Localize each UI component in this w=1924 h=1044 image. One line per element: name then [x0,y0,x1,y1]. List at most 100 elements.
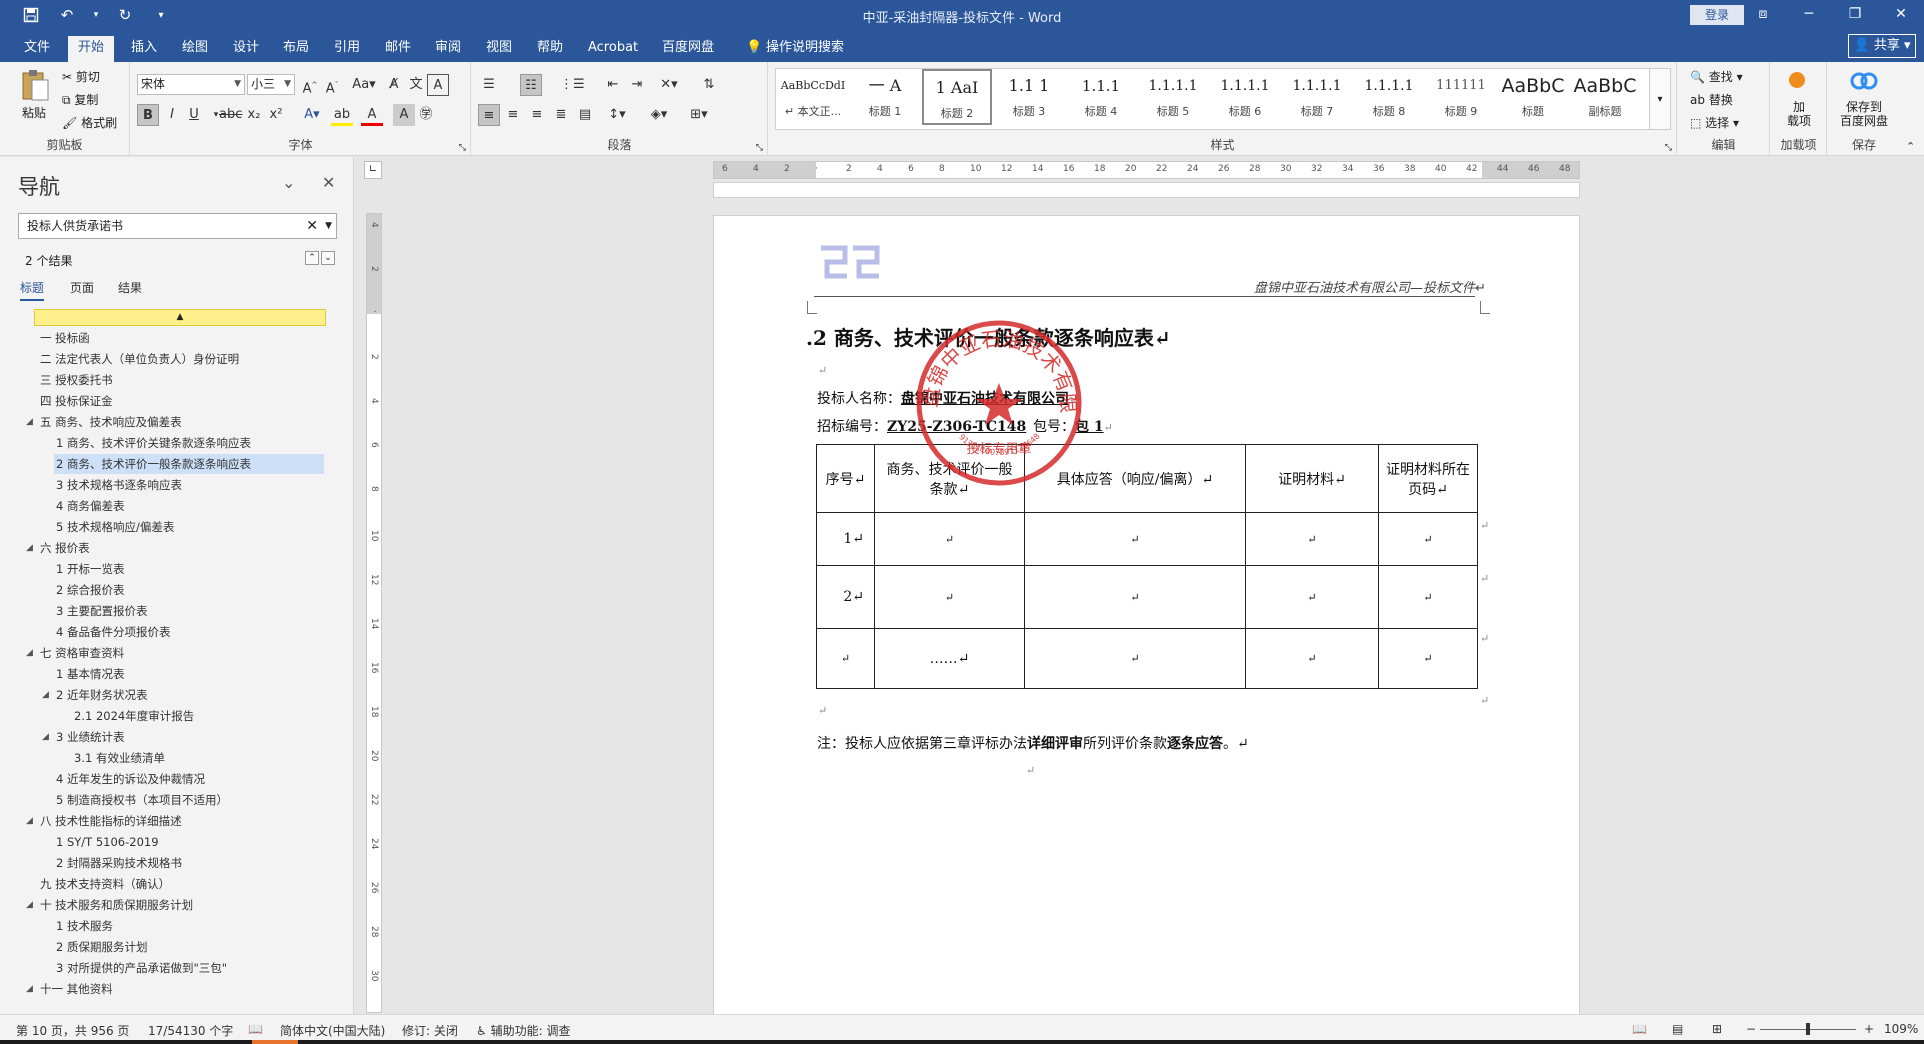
vertical-ruler[interactable]: 4 2 · 2 4 6 8 10 12 14 16 18 20 22 24 26 28 30 [366,213,382,1013]
style-title[interactable]: AaBbC 标题 [1498,69,1568,125]
outline-item[interactable]: 十 技术服务和质保期服务计划 [38,895,193,915]
accessibility[interactable]: ♿ 辅助功能: 调查 [476,1022,570,1039]
nav-tab-results[interactable]: 结果 [118,279,142,296]
enclose-characters-icon[interactable]: ㊫ [415,104,437,126]
outline-item[interactable]: 五 商务、技术响应及偏差表 [38,412,182,432]
next-result-icon[interactable]: ⌄ [321,251,335,265]
outline-item[interactable]: 三 授权委托书 [38,370,113,390]
character-shading-icon[interactable]: A [393,104,415,126]
font-size-combo[interactable]: 小三 ▼ [247,74,295,95]
table-cell[interactable]: ↵ [1245,565,1379,629]
collapse-triangle-icon[interactable]: ◢ [26,412,33,432]
style-heading-8[interactable]: 1.1.1.1 标题 8 [1354,69,1424,125]
collapse-triangle-icon[interactable]: ◢ [26,811,33,831]
underline-icon[interactable]: U [183,104,205,126]
distributed-icon[interactable]: ▤ [574,104,596,126]
nav-tab-headings[interactable]: 标题 [20,279,45,301]
borders-icon[interactable]: ⊞▾ [688,104,710,126]
outline-item[interactable]: 一 投标函 [38,328,90,348]
table-cell[interactable]: 1↵ [816,512,875,566]
collapse-triangle-icon[interactable]: ◢ [26,538,33,558]
header-cell[interactable]: 证明材料↵ [1245,444,1379,513]
table-cell[interactable]: ↵ [816,628,875,689]
outline-item[interactable]: 3.1 有效业绩清单 [72,748,165,768]
font-color-icon[interactable]: A [361,104,383,126]
format-painter-button[interactable]: 🖌 格式刷 [62,114,117,131]
outline-item[interactable]: 八 技术性能指标的详细描述 [38,811,182,831]
numbering-icon[interactable]: ☷ [520,74,542,96]
text-effects-icon[interactable]: A▾ [301,104,323,126]
font-dialog-launcher-icon[interactable]: ⤡ [459,143,466,153]
nav-options-icon[interactable]: ⌄ [282,173,295,192]
read-mode-icon[interactable]: 📖 [1632,1022,1647,1036]
clear-formatting-icon[interactable]: A̸ [383,74,405,96]
styles-more-icon[interactable]: ▾ [1649,68,1671,130]
tab-mailings[interactable]: 邮件 [375,36,421,62]
select-button[interactable]: ⬚ 选择 ▾ [1690,114,1739,131]
table-cell[interactable]: ↵ [1024,512,1246,566]
table-cell[interactable]: ↵ [1378,512,1478,566]
note-paragraph[interactable]: 注：投标人应依据第三章评标办法详细评审所列评价条款逐条应答。↵ [817,733,1249,753]
outline-item[interactable]: 5 制造商授权书（本项目不适用） [54,790,228,810]
tab-references[interactable]: 引用 [324,36,370,62]
header-cell[interactable]: 证明材料所在页码↵ [1378,444,1478,513]
replace-button[interactable]: ab 替换 [1690,91,1733,108]
shrink-font-icon[interactable]: Aˇ [321,74,343,96]
print-layout-icon[interactable]: ▤ [1672,1022,1683,1036]
find-button[interactable]: 🔍 查找 ▾ [1690,68,1743,85]
style-heading-4[interactable]: 1.1.1 标题 4 [1066,69,1136,125]
style-normal[interactable]: AaBbCcDdI ↵ 本文正... [778,69,848,125]
table-cell[interactable]: ↵ [1024,565,1246,629]
collapse-triangle-icon[interactable]: ◢ [26,643,33,663]
outline-item[interactable]: 二 法定代表人（单位负责人）身份证明 [38,349,239,369]
decrease-indent-icon[interactable]: ⇤ [602,74,624,96]
outline-item[interactable]: 4 近年发生的诉讼及仲裁情况 [54,769,205,789]
outline-item[interactable]: 3 技术规格书逐条响应表 [54,475,182,495]
outline-item[interactable]: 2.1 2024年度审计报告 [72,706,194,726]
tab-help[interactable]: 帮助 [527,36,573,62]
increase-indent-icon[interactable]: ⇥ [626,74,648,96]
ribbon-display-options-icon[interactable]: ⧈ [1740,0,1786,30]
sort-icon[interactable]: ⇅ [698,74,720,96]
tab-insert[interactable]: 插入 [121,36,167,62]
table-cell[interactable]: ↵ [874,512,1025,566]
collapse-triangle-icon[interactable]: ◢ [26,895,33,915]
tab-file[interactable]: 文件 [14,36,60,62]
proofing-icon[interactable]: 📖 [248,1022,263,1036]
zoom-thumb[interactable] [1806,1023,1810,1035]
collapse-ribbon-icon[interactable]: ⌃ [1906,140,1915,153]
bold-icon[interactable]: B [137,104,159,126]
font-name-combo[interactable]: 宋体 ▼ [137,74,245,95]
collapse-triangle-icon[interactable]: ◢ [42,685,49,705]
table-cell[interactable]: ↵ [1245,512,1379,566]
login-button[interactable]: 登录 [1690,5,1744,25]
word-count[interactable]: 17/54130 个字 [148,1022,233,1039]
share-button[interactable]: 👤 共享 ▾ [1848,34,1916,58]
zoom-out-icon[interactable]: − [1746,1022,1756,1036]
tab-acrobat[interactable]: Acrobat [578,36,648,62]
minimize-icon[interactable]: ─ [1786,0,1832,30]
web-layout-icon[interactable]: ⊞ [1712,1022,1722,1036]
outline-item[interactable]: 七 资格审查资料 [38,643,124,663]
document-page[interactable]: 盘锦中亚石油技术有限公司—投标文件↵ .2 商务、技术评价一般条款逐条响应表↵ … [713,215,1580,1015]
track-changes[interactable]: 修订: 关闭 [402,1022,458,1039]
outline-item[interactable]: 3 主要配置报价表 [54,601,147,621]
outline-item[interactable]: 1 基本情况表 [54,664,124,684]
outline-item[interactable]: 1 SY/T 5106-2019 [54,832,159,852]
style-heading-6[interactable]: 1.1.1.1 标题 6 [1210,69,1280,125]
paragraph-dialog-launcher-icon[interactable]: ⤡ [756,143,763,153]
addins-icon[interactable] [1789,72,1805,88]
grow-font-icon[interactable]: A^ [299,74,321,96]
tell-me-search[interactable]: 操作说明搜索 [756,36,854,62]
table-cell[interactable]: ↵ [874,565,1025,629]
tab-home[interactable]: 开始 [68,36,115,62]
phonetic-guide-icon[interactable]: 文 [405,74,427,96]
outline-item[interactable]: 4 备品备件分项报价表 [54,622,170,642]
paste-button[interactable]: 粘贴 [22,104,46,121]
outline-item[interactable]: 1 技术服务 [54,916,113,936]
clear-search-icon[interactable]: ✕ [306,214,318,238]
outline-item[interactable]: 2 质保期服务计划 [54,937,147,957]
outline-item[interactable]: 1 商务、技术评价关键条款逐条响应表 [54,433,251,453]
table-cell[interactable]: ↵ [1378,565,1478,629]
copy-button[interactable]: ⧉ 复制 [62,91,98,108]
